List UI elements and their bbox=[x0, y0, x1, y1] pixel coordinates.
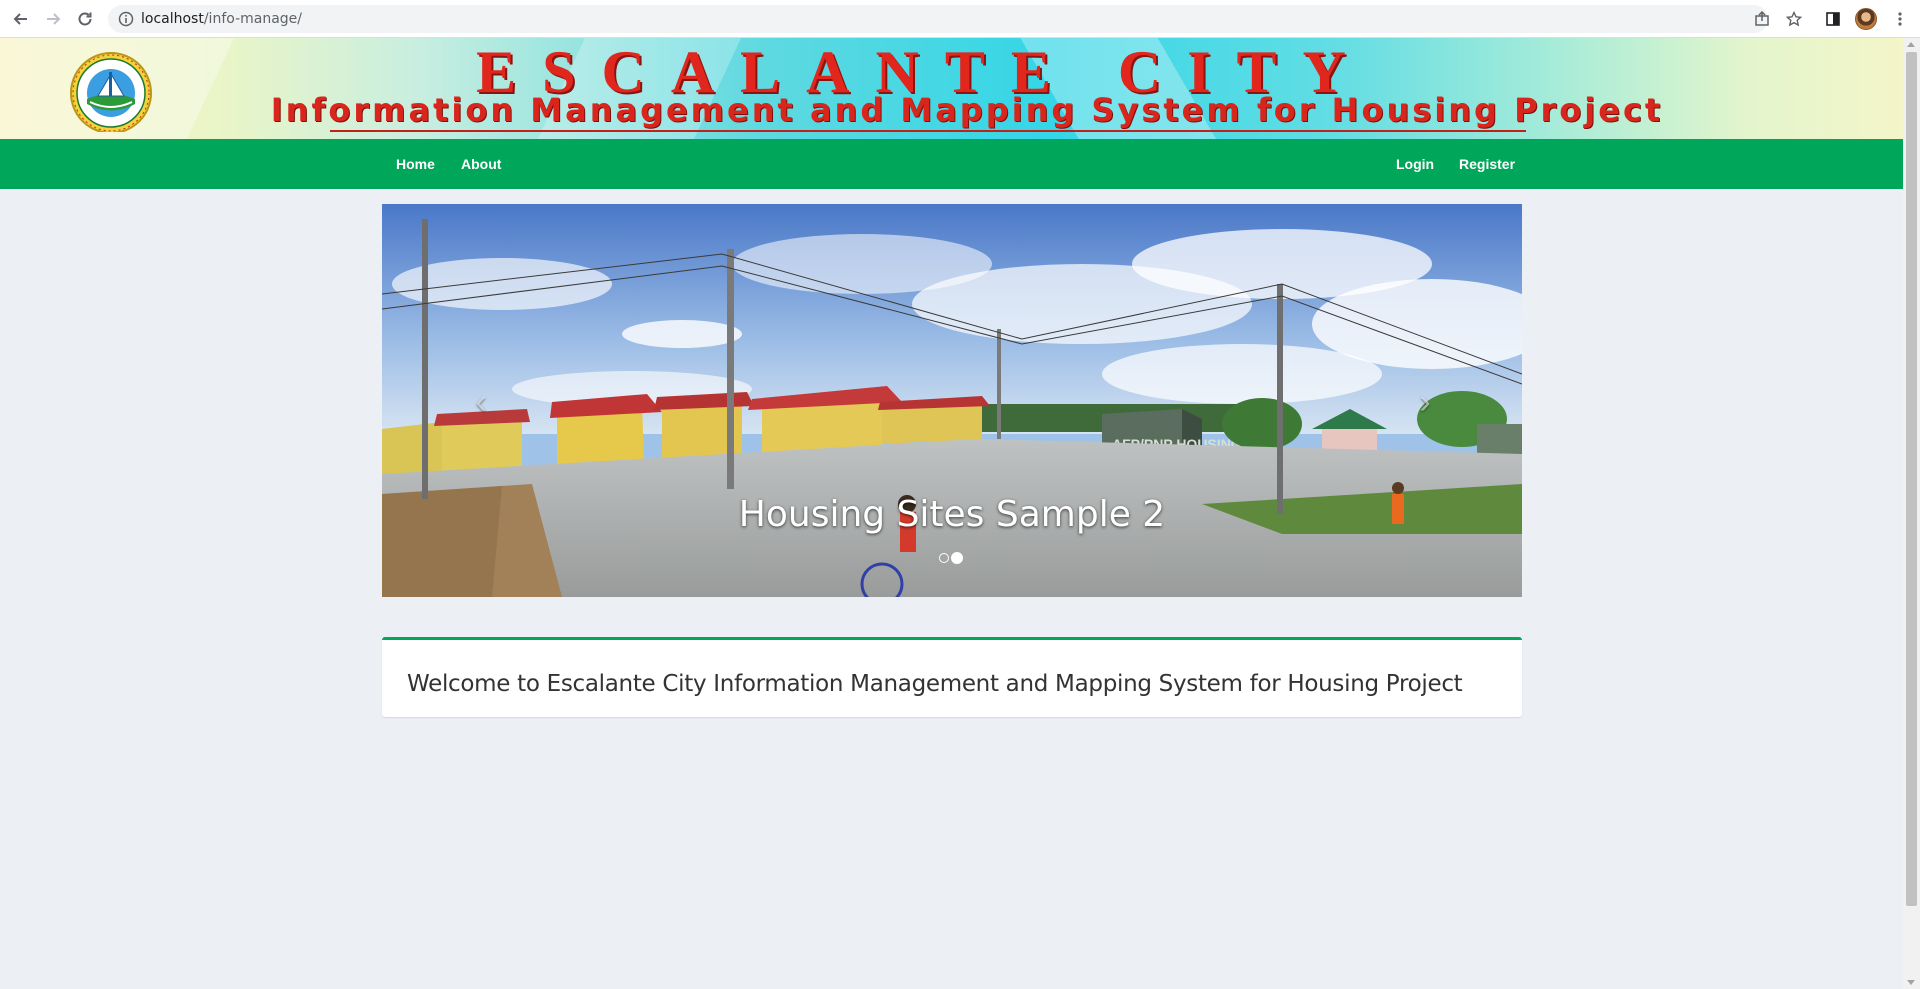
main-navbar: Home About Login Register bbox=[0, 139, 1903, 189]
city-seal-logo bbox=[70, 52, 152, 132]
sidepanel-icon[interactable] bbox=[1823, 9, 1843, 29]
carousel-caption: Housing Sites Sample 2 bbox=[738, 494, 1166, 535]
browser-toolbar: localhost/info-manage/ bbox=[0, 0, 1920, 38]
forward-arrow-icon[interactable] bbox=[42, 8, 64, 30]
carousel-indicators bbox=[939, 551, 963, 565]
profile-avatar[interactable] bbox=[1855, 8, 1877, 30]
nav-home-link[interactable]: Home bbox=[396, 139, 435, 189]
carousel-next-icon[interactable]: › bbox=[1410, 382, 1440, 422]
scroll-thumb[interactable] bbox=[1906, 52, 1917, 906]
nav-login-link[interactable]: Login bbox=[1396, 139, 1434, 189]
scroll-down-arrow-icon[interactable] bbox=[1907, 980, 1915, 985]
image-carousel: AFP/PNP HOUSING ‹ › Housing Sites Sample… bbox=[382, 204, 1522, 597]
nav-about-link[interactable]: About bbox=[461, 139, 501, 189]
scroll-up-arrow-icon[interactable] bbox=[1907, 42, 1915, 47]
url-text[interactable]: localhost/info-manage/ bbox=[141, 11, 302, 27]
back-arrow-icon[interactable] bbox=[10, 8, 32, 30]
share-icon[interactable] bbox=[1752, 9, 1772, 29]
welcome-panel: Welcome to Escalante City Information Ma… bbox=[382, 637, 1522, 717]
nav-register-link[interactable]: Register bbox=[1459, 139, 1515, 189]
header-banner: ESCALANTE CITY Information Management an… bbox=[0, 38, 1903, 139]
address-bar[interactable] bbox=[108, 5, 1768, 33]
more-vert-icon[interactable] bbox=[1890, 9, 1910, 29]
carousel-indicator-1[interactable] bbox=[939, 553, 949, 563]
info-icon[interactable] bbox=[118, 11, 134, 32]
welcome-message: Welcome to Escalante City Information Ma… bbox=[407, 671, 1463, 697]
star-icon[interactable] bbox=[1784, 9, 1804, 29]
page-scrollbar[interactable] bbox=[1903, 38, 1920, 989]
reload-icon[interactable] bbox=[74, 8, 96, 30]
site-subtitle: Information Management and Mapping Syste… bbox=[270, 91, 1664, 129]
housing-site-photo: AFP/PNP HOUSING bbox=[382, 204, 1522, 597]
url-host: localhost bbox=[141, 11, 204, 27]
carousel-prev-icon[interactable]: ‹ bbox=[466, 382, 496, 422]
carousel-indicator-2[interactable] bbox=[951, 552, 963, 564]
subtitle-underline bbox=[330, 130, 1526, 132]
url-path: /info-manage/ bbox=[203, 11, 303, 27]
